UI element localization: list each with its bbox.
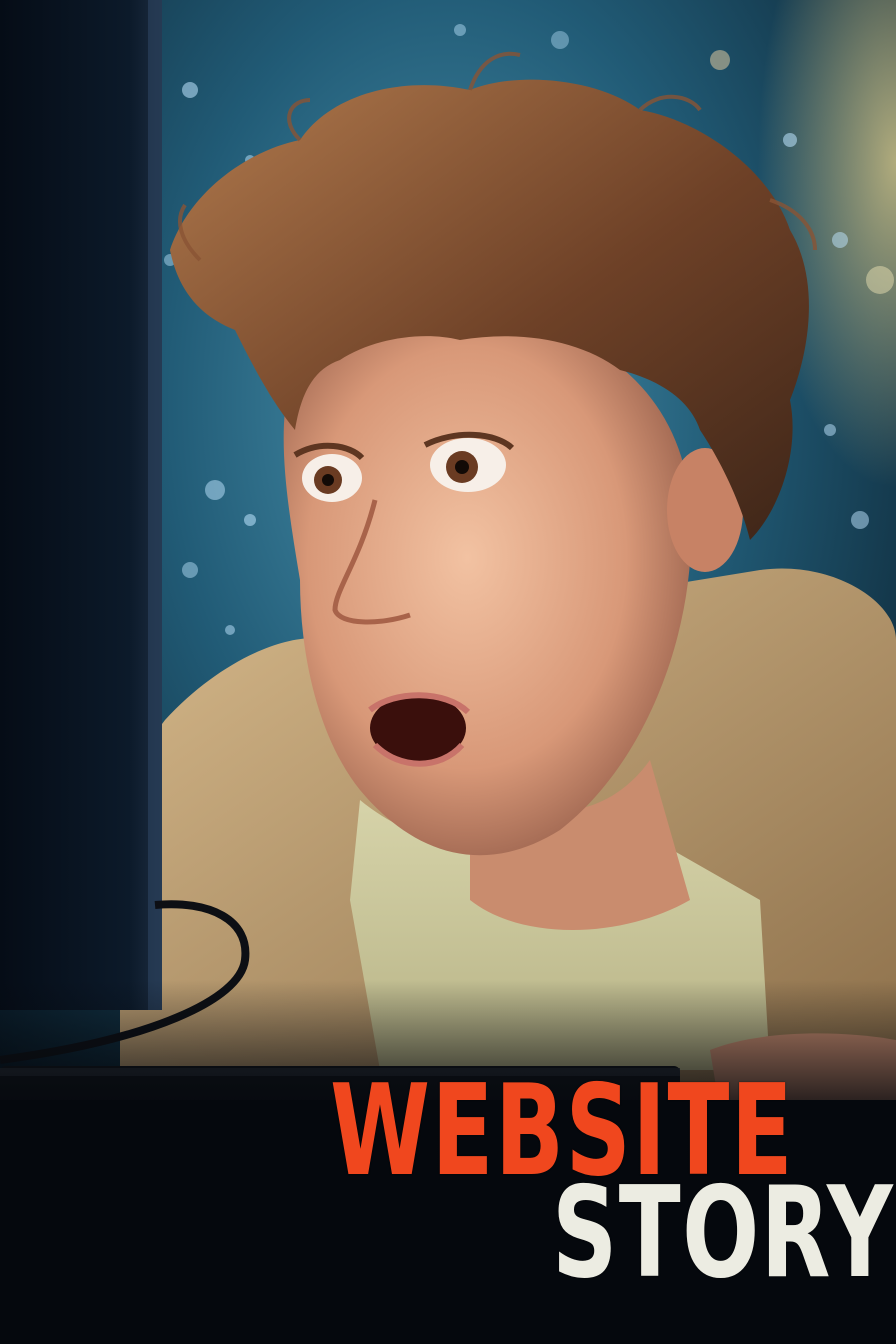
title-line-story: STORY: [552, 1159, 895, 1306]
poster: WEBSITE STORY: [0, 0, 896, 1344]
monitor: [0, 0, 162, 1010]
poster-title: WEBSITE STORY: [330, 1068, 893, 1308]
monitor-edge: [148, 0, 162, 1010]
